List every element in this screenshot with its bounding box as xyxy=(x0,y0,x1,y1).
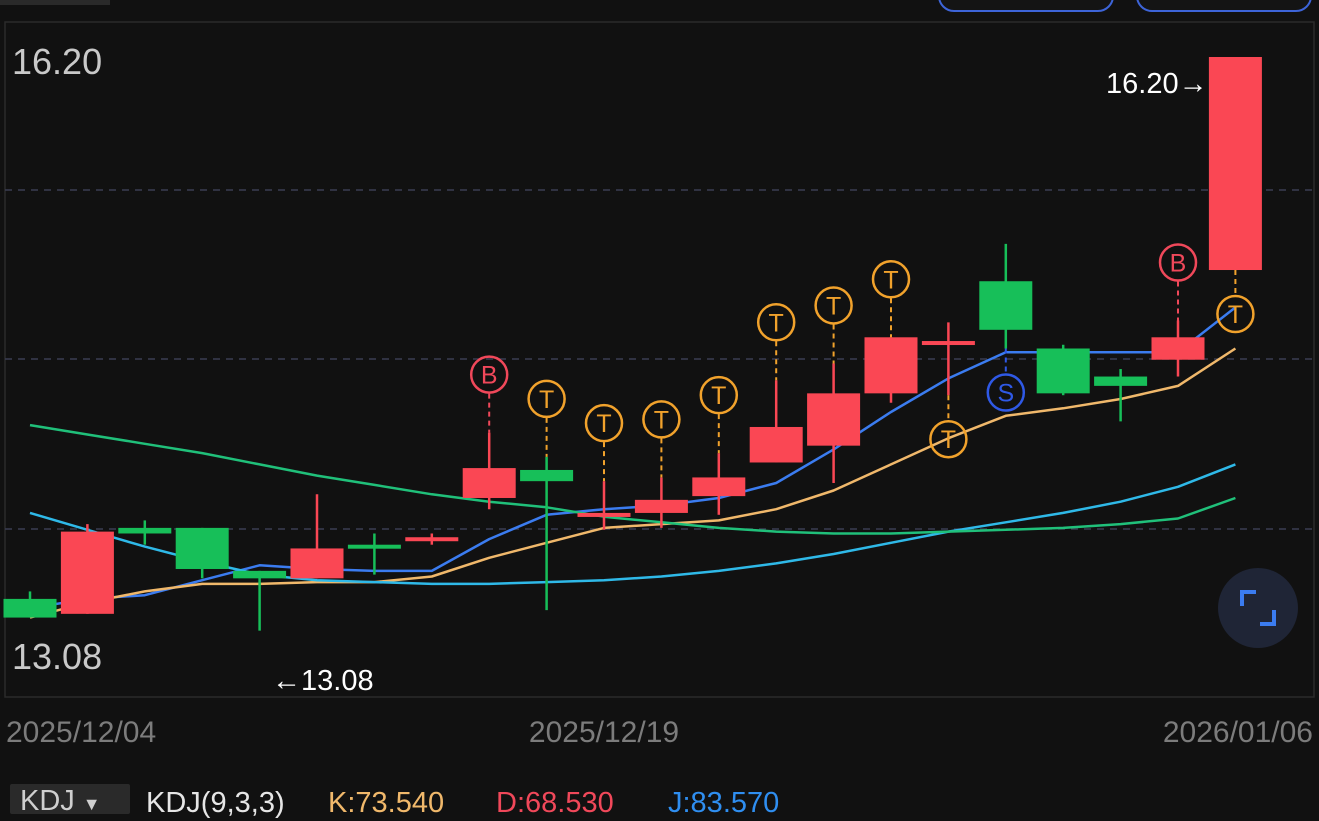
signal-letter: T xyxy=(941,426,956,454)
y-axis-top-label: 16.20 xyxy=(12,41,102,82)
y-axis-bottom-label: 13.08 xyxy=(12,636,102,677)
candle-body xyxy=(405,537,459,542)
candle xyxy=(60,524,114,614)
candle-body xyxy=(1151,337,1205,360)
tag-signal-marker: T xyxy=(699,375,739,454)
signal-letter: T xyxy=(1228,301,1243,329)
indicator-name: KDJ(9,3,3) xyxy=(146,787,285,819)
signal-letter: T xyxy=(654,406,669,434)
candle-body xyxy=(1094,376,1148,386)
indicator-j-value: J:83.570 xyxy=(668,787,780,819)
candle xyxy=(3,591,57,618)
indicator-d-value: D:68.530 xyxy=(496,787,614,819)
max-price-annotation: 16.20→ xyxy=(1106,68,1208,100)
candle xyxy=(462,432,516,510)
indicator-selector[interactable]: KDJ ▼ xyxy=(10,784,130,817)
signal-letter: B xyxy=(481,362,498,390)
tag-signal-marker: T xyxy=(814,286,853,364)
candle-body xyxy=(347,544,401,549)
candle-body xyxy=(921,341,975,346)
signal-letter: S xyxy=(997,380,1014,408)
candle-body xyxy=(1036,348,1090,394)
buy-signal-marker: B xyxy=(469,355,509,433)
candle xyxy=(175,527,229,579)
candle xyxy=(979,243,1033,349)
signal-letter: T xyxy=(711,382,726,410)
signal-letter: T xyxy=(826,292,841,320)
candle-body xyxy=(233,570,287,579)
candle xyxy=(1151,320,1205,377)
fullscreen-button[interactable] xyxy=(1218,568,1298,648)
candle xyxy=(1036,344,1090,396)
candle xyxy=(807,363,861,484)
candle xyxy=(1208,57,1262,271)
x-axis-tick-label: 2026/01/06 xyxy=(1163,716,1313,749)
tag-signal-marker: T xyxy=(756,303,796,381)
signal-letter: T xyxy=(596,410,611,438)
tag-signal-marker: T xyxy=(642,400,681,478)
tag-signal-marker: T xyxy=(584,403,624,482)
candle-body xyxy=(807,393,861,446)
candle-body xyxy=(462,468,516,498)
tag-signal-marker: T xyxy=(527,379,566,457)
tag-signal-marker: T xyxy=(871,260,911,338)
candle-body xyxy=(634,499,688,513)
candle xyxy=(692,453,746,515)
candle-body xyxy=(175,527,229,569)
signal-letter: T xyxy=(883,266,898,294)
x-axis-tick-label: 2025/12/04 xyxy=(6,716,156,749)
x-axis-tick-label: 2025/12/19 xyxy=(529,716,679,749)
candle-body xyxy=(749,426,803,463)
candle xyxy=(864,337,918,403)
candle-body xyxy=(290,548,344,579)
candle-body xyxy=(520,469,574,482)
candlestick-chart[interactable]: B T T T T T T T T S B T 16.20 13.08 16.20→ ←13.08 2… xyxy=(0,0,1319,808)
indicator-k-value: K:73.540 xyxy=(328,787,445,819)
candle xyxy=(577,481,631,530)
candle xyxy=(233,570,287,631)
indicator-selector-label: KDJ xyxy=(20,785,75,817)
candle-body xyxy=(3,598,57,618)
candle xyxy=(347,533,401,575)
indicator-bar: KDJ ▼ KDJ(9,3,3) K:73.540 D:68.530 J:83.5… xyxy=(0,780,1319,819)
signal-letter: T xyxy=(769,309,784,337)
candle-body xyxy=(118,527,172,534)
min-price-annotation: ←13.08 xyxy=(272,665,374,697)
signal-letter: B xyxy=(1170,249,1187,277)
caret-down-icon: ▼ xyxy=(82,794,101,814)
candle-body xyxy=(979,281,1033,330)
candle xyxy=(405,533,459,545)
candle-body xyxy=(692,477,746,497)
candle-body xyxy=(864,337,918,394)
buy-signal-marker: B xyxy=(1158,243,1198,321)
candle xyxy=(290,494,344,579)
candle-body xyxy=(60,531,114,614)
candle-body xyxy=(577,512,631,517)
ma-line xyxy=(29,423,1236,535)
tag-signal-marker: T xyxy=(929,395,968,459)
candle-body xyxy=(1208,57,1262,271)
tag-signal-marker: T xyxy=(1216,270,1255,334)
candle xyxy=(749,380,803,463)
signal-letter: T xyxy=(539,386,554,414)
candle xyxy=(520,456,574,611)
expand-icon xyxy=(1240,590,1276,626)
